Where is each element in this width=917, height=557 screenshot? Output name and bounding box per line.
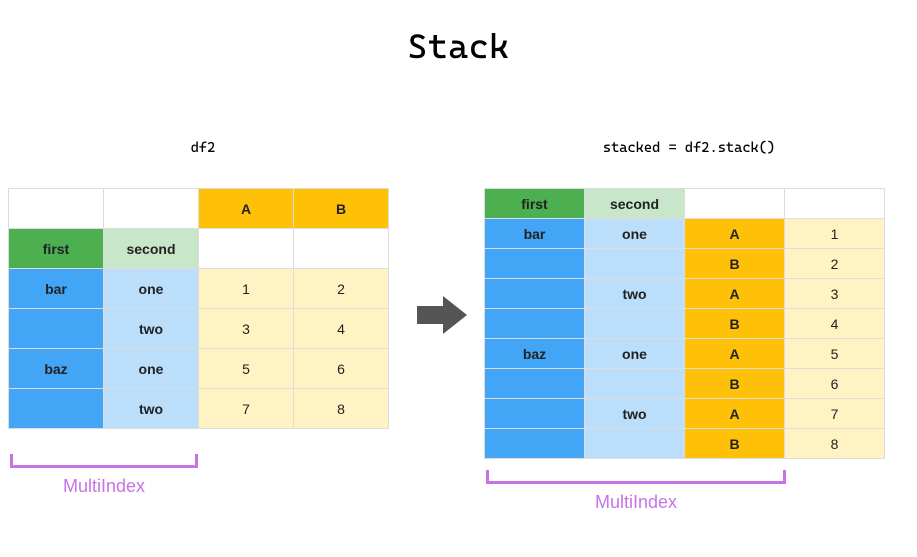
cell: 3 <box>199 309 294 349</box>
index-name-first: first <box>485 189 585 219</box>
index-first <box>485 399 585 429</box>
cell: 7 <box>785 399 885 429</box>
index-second: one <box>585 339 685 369</box>
index-first: bar <box>9 269 104 309</box>
table-row: two 3 4 <box>9 309 389 349</box>
empty-cell <box>785 189 885 219</box>
table-row: A B <box>9 189 389 229</box>
col-label: B <box>685 249 785 279</box>
table-row: first second <box>485 189 885 219</box>
cell: 4 <box>294 309 389 349</box>
index-second <box>585 429 685 459</box>
multiindex-bracket-left <box>10 454 198 468</box>
col-label: A <box>685 279 785 309</box>
df2-table: A B first second bar one 1 2 two 3 4 baz… <box>8 188 389 429</box>
col-header-B: B <box>294 189 389 229</box>
index-second <box>585 369 685 399</box>
index-first <box>9 389 104 429</box>
arrow-right-icon <box>417 290 467 340</box>
index-first <box>9 309 104 349</box>
index-name-second: second <box>585 189 685 219</box>
empty-cell <box>685 189 785 219</box>
col-label: A <box>685 219 785 249</box>
table-row: first second <box>9 229 389 269</box>
table-row: B 4 <box>485 309 885 339</box>
cell: 1 <box>785 219 885 249</box>
index-second: one <box>104 269 199 309</box>
index-first <box>485 429 585 459</box>
index-first <box>485 249 585 279</box>
cell: 5 <box>199 349 294 389</box>
table-row: two A 3 <box>485 279 885 309</box>
col-label: A <box>685 399 785 429</box>
index-second <box>585 249 685 279</box>
cell: 3 <box>785 279 885 309</box>
col-label: B <box>685 369 785 399</box>
index-second <box>585 309 685 339</box>
cell: 7 <box>199 389 294 429</box>
diagram-title: Stack <box>0 26 917 66</box>
cell: 8 <box>294 389 389 429</box>
cell: 1 <box>199 269 294 309</box>
index-first <box>485 369 585 399</box>
table-row: bar one 1 2 <box>9 269 389 309</box>
table-row: B 2 <box>485 249 885 279</box>
multiindex-label-left: MultiIndex <box>10 476 198 497</box>
multiindex-label-right: MultiIndex <box>486 492 786 513</box>
empty-cell <box>9 189 104 229</box>
index-first <box>485 279 585 309</box>
index-name-first: first <box>9 229 104 269</box>
index-second: one <box>104 349 199 389</box>
table-row: baz one 5 6 <box>9 349 389 389</box>
index-first: baz <box>485 339 585 369</box>
index-name-second: second <box>104 229 199 269</box>
col-label: A <box>685 339 785 369</box>
index-second: two <box>104 309 199 349</box>
cell: 8 <box>785 429 885 459</box>
index-second: one <box>585 219 685 249</box>
index-second: two <box>104 389 199 429</box>
table-row: B 8 <box>485 429 885 459</box>
table-row: B 6 <box>485 369 885 399</box>
cell: 2 <box>294 269 389 309</box>
left-caption: df2 <box>8 140 398 156</box>
index-second: two <box>585 279 685 309</box>
empty-cell <box>199 229 294 269</box>
empty-cell <box>104 189 199 229</box>
table-row: baz one A 5 <box>485 339 885 369</box>
index-first: baz <box>9 349 104 389</box>
col-label: B <box>685 429 785 459</box>
cell: 2 <box>785 249 885 279</box>
right-caption: stacked = df2.stack() <box>484 140 894 156</box>
stacked-table: first second bar one A 1 B 2 two A 3 B 4… <box>484 188 885 459</box>
col-label: B <box>685 309 785 339</box>
cell: 6 <box>294 349 389 389</box>
index-second: two <box>585 399 685 429</box>
table-row: two A 7 <box>485 399 885 429</box>
multiindex-bracket-right <box>486 470 786 484</box>
cell: 6 <box>785 369 885 399</box>
empty-cell <box>294 229 389 269</box>
cell: 4 <box>785 309 885 339</box>
col-header-A: A <box>199 189 294 229</box>
table-row: two 7 8 <box>9 389 389 429</box>
index-first <box>485 309 585 339</box>
index-first: bar <box>485 219 585 249</box>
table-row: bar one A 1 <box>485 219 885 249</box>
cell: 5 <box>785 339 885 369</box>
